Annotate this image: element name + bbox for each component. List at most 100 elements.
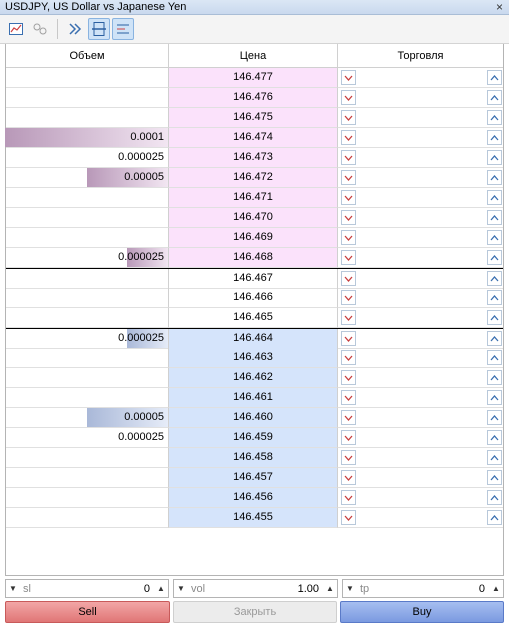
sell-button[interactable]: Sell: [5, 601, 170, 623]
buy-at-price-icon[interactable]: [487, 230, 502, 245]
sell-at-price-icon[interactable]: [341, 250, 356, 265]
sell-at-price-icon[interactable]: [341, 390, 356, 405]
sell-at-price-icon[interactable]: [341, 290, 356, 305]
buy-button[interactable]: Buy: [340, 601, 504, 623]
vol-value[interactable]: 1.00: [205, 583, 323, 595]
close-position-button[interactable]: Закрыть: [173, 601, 337, 623]
sell-at-price-icon[interactable]: [341, 90, 356, 105]
sl-label: sl: [23, 582, 31, 595]
price-cell[interactable]: 146.455: [169, 508, 338, 528]
sell-at-price-icon[interactable]: [341, 310, 356, 325]
buy-at-price-icon[interactable]: [487, 210, 502, 225]
sell-at-price-icon[interactable]: [341, 410, 356, 425]
sell-at-price-icon[interactable]: [341, 510, 356, 525]
price-cell[interactable]: 146.465: [169, 308, 338, 328]
column-header-price[interactable]: Цена: [169, 44, 338, 67]
price-cell[interactable]: 146.473: [169, 148, 338, 168]
sell-at-price-icon[interactable]: [341, 450, 356, 465]
sell-at-price-icon[interactable]: [341, 230, 356, 245]
chevron-up-icon[interactable]: ▲: [323, 580, 337, 597]
buy-at-price-icon[interactable]: [487, 430, 502, 445]
sell-at-price-icon[interactable]: [341, 170, 356, 185]
buy-at-price-icon[interactable]: [487, 310, 502, 325]
buy-at-price-icon[interactable]: [487, 410, 502, 425]
sell-at-price-icon[interactable]: [341, 370, 356, 385]
sell-at-price-icon[interactable]: [341, 350, 356, 365]
chevron-down-icon[interactable]: ▼: [6, 580, 20, 597]
buy-at-price-icon[interactable]: [487, 90, 502, 105]
chevron-down-icon[interactable]: ▼: [343, 580, 357, 597]
auto-scroll-icon[interactable]: [64, 18, 86, 40]
chevron-down-icon[interactable]: ▼: [174, 580, 188, 597]
sell-at-price-icon[interactable]: [341, 271, 356, 286]
buy-at-price-icon[interactable]: [487, 370, 502, 385]
price-cell[interactable]: 146.457: [169, 468, 338, 488]
price-cell[interactable]: 146.476: [169, 88, 338, 108]
column-header-trading[interactable]: Торговля: [338, 44, 503, 67]
price-cell[interactable]: 146.459: [169, 428, 338, 448]
sell-at-price-icon[interactable]: [341, 490, 356, 505]
price-cell[interactable]: 146.471: [169, 188, 338, 208]
buy-at-price-icon[interactable]: [487, 390, 502, 405]
tp-value[interactable]: 0: [369, 583, 489, 595]
buy-at-price-icon[interactable]: [487, 271, 502, 286]
center-price-icon[interactable]: [88, 18, 110, 40]
price-cell[interactable]: 146.464: [169, 329, 338, 349]
buy-at-price-icon[interactable]: [487, 510, 502, 525]
tp-field[interactable]: ▼ tp 0 ▲: [342, 579, 504, 598]
price-cell[interactable]: 146.466: [169, 288, 338, 308]
trade-cell: [338, 228, 503, 248]
price-cell[interactable]: 146.456: [169, 488, 338, 508]
price-cell[interactable]: 146.475: [169, 108, 338, 128]
chevron-up-icon[interactable]: ▲: [154, 580, 168, 597]
price-cell[interactable]: 146.477: [169, 68, 338, 88]
tick-chart-icon[interactable]: [112, 18, 134, 40]
sell-at-price-icon[interactable]: [341, 150, 356, 165]
buy-at-price-icon[interactable]: [487, 170, 502, 185]
sell-at-price-icon[interactable]: [341, 210, 356, 225]
chart-icon[interactable]: [5, 18, 27, 40]
price-cell[interactable]: 146.462: [169, 368, 338, 388]
sell-at-price-icon[interactable]: [341, 70, 356, 85]
buy-at-price-icon[interactable]: [487, 470, 502, 485]
price-cell[interactable]: 146.458: [169, 448, 338, 468]
depth-of-market-panel: Объем Цена Торговля 146.477 146.476 146.47…: [5, 44, 504, 576]
sell-at-price-icon[interactable]: [341, 331, 356, 346]
sell-at-price-icon[interactable]: [341, 430, 356, 445]
buy-at-price-icon[interactable]: [487, 450, 502, 465]
buy-at-price-icon[interactable]: [487, 70, 502, 85]
sl-value[interactable]: 0: [31, 583, 154, 595]
price-cell[interactable]: 146.460: [169, 408, 338, 428]
trade-cell: [338, 128, 503, 148]
sl-field[interactable]: ▼ sl 0 ▲: [5, 579, 169, 598]
buy-at-price-icon[interactable]: [487, 150, 502, 165]
volume-cell: [6, 368, 169, 388]
chevron-up-icon[interactable]: ▲: [489, 580, 503, 597]
buy-at-price-icon[interactable]: [487, 350, 502, 365]
price-cell[interactable]: 146.461: [169, 388, 338, 408]
price-cell[interactable]: 146.468: [169, 248, 338, 268]
column-header-volume[interactable]: Объем: [6, 44, 169, 67]
buy-at-price-icon[interactable]: [487, 110, 502, 125]
price-cell[interactable]: 146.469: [169, 228, 338, 248]
buy-at-price-icon[interactable]: [487, 130, 502, 145]
sell-at-price-icon[interactable]: [341, 470, 356, 485]
close-icon[interactable]: ×: [496, 0, 503, 14]
buy-at-price-icon[interactable]: [487, 331, 502, 346]
buy-at-price-icon[interactable]: [487, 490, 502, 505]
price-cell[interactable]: 146.470: [169, 208, 338, 228]
buy-at-price-icon[interactable]: [487, 290, 502, 305]
price-cell[interactable]: 146.467: [169, 269, 338, 289]
buy-at-price-icon[interactable]: [487, 190, 502, 205]
price-cell[interactable]: 146.472: [169, 168, 338, 188]
price-cell[interactable]: 146.474: [169, 128, 338, 148]
volume-field[interactable]: ▼ vol 1.00 ▲: [173, 579, 338, 598]
sell-at-price-icon[interactable]: [341, 110, 356, 125]
linked-chart-icon[interactable]: [29, 18, 51, 40]
table-row: 0.000025 146.459: [6, 428, 503, 448]
buy-at-price-icon[interactable]: [487, 250, 502, 265]
price-cell[interactable]: 146.463: [169, 348, 338, 368]
volume-cell: [6, 308, 169, 328]
sell-at-price-icon[interactable]: [341, 130, 356, 145]
sell-at-price-icon[interactable]: [341, 190, 356, 205]
